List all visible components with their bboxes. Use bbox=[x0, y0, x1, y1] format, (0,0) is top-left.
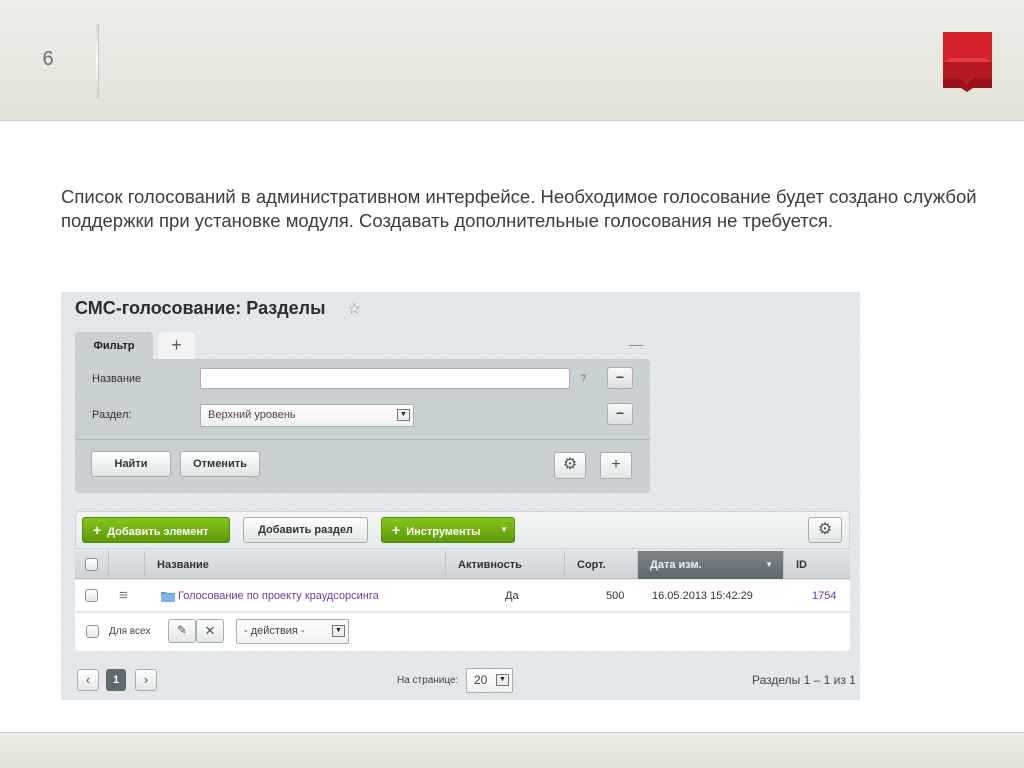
header-date-label: Дата изм. bbox=[650, 559, 702, 571]
grid-header: Название Активность Сорт. Дата изм. ▼ ID bbox=[75, 551, 850, 579]
header-date[interactable]: Дата изм. ▼ bbox=[638, 551, 784, 579]
current-page[interactable]: 1 bbox=[106, 669, 126, 691]
select-all-checkbox[interactable] bbox=[85, 558, 98, 571]
slide-header: 6 bbox=[0, 0, 1024, 121]
find-button[interactable]: Найти bbox=[91, 451, 171, 477]
grid-toolbar: + Добавить элемент Добавить раздел + Инстр… bbox=[75, 511, 850, 549]
header-divider bbox=[96, 24, 98, 99]
remove-section-filter-button[interactable]: − bbox=[607, 403, 633, 425]
header-active[interactable]: Активность bbox=[446, 551, 565, 579]
for-all-label: Для всех bbox=[109, 626, 151, 637]
tools-label: Инструменты bbox=[406, 526, 481, 538]
next-page-button[interactable]: › bbox=[135, 669, 157, 691]
page-title: СМС-голосование: Разделы bbox=[75, 298, 326, 318]
table-row[interactable]: ≡ Голосование по проекту краудсорсинга Д… bbox=[75, 580, 850, 612]
folder-icon bbox=[161, 580, 175, 612]
edit-icon[interactable]: ✎ bbox=[168, 619, 196, 643]
row-date: 16.05.2013 15:42:29 bbox=[652, 590, 753, 602]
row-checkbox[interactable] bbox=[85, 589, 98, 602]
admin-screenshot: СМС-голосование: Разделы ☆ Фильтр + — На… bbox=[61, 292, 860, 700]
delete-icon[interactable]: ✕ bbox=[196, 619, 224, 643]
header-id[interactable]: ID bbox=[784, 551, 850, 579]
chevron-down-icon: ▼ bbox=[397, 409, 410, 421]
section-label: Раздел: bbox=[92, 409, 132, 421]
name-label: Название bbox=[92, 373, 142, 385]
per-page-select[interactable]: 20 ▼ bbox=[466, 668, 513, 693]
slide-caption: Список голосований в административном ин… bbox=[61, 186, 977, 231]
slide-number: 6 bbox=[42, 48, 54, 70]
collapse-icon[interactable]: — bbox=[629, 336, 643, 352]
prev-page-button[interactable]: ‹ bbox=[77, 669, 99, 691]
row-name-link[interactable]: Голосование по проекту краудсорсинга bbox=[178, 580, 379, 612]
plus-icon: + bbox=[93, 522, 102, 538]
tab-add-filter[interactable]: + bbox=[158, 332, 195, 360]
chevron-down-icon: ▼ bbox=[500, 525, 508, 534]
row-sort: 500 bbox=[606, 590, 625, 602]
brand-logo-icon bbox=[943, 32, 992, 92]
name-input[interactable] bbox=[200, 368, 570, 389]
plus-icon: + bbox=[392, 522, 401, 538]
cancel-button[interactable]: Отменить bbox=[180, 451, 260, 477]
row-menu-icon[interactable]: ≡ bbox=[119, 580, 128, 612]
grid-settings-button[interactable]: ⚙ bbox=[808, 517, 842, 543]
gear-icon: ⚙ bbox=[562, 456, 578, 473]
add-section-button[interactable]: Добавить раздел bbox=[243, 517, 368, 543]
chevron-down-icon: ▼ bbox=[332, 625, 345, 637]
per-page-label: На странице: bbox=[397, 675, 459, 686]
help-icon[interactable]: ? bbox=[581, 373, 586, 383]
actions-select[interactable]: - действия - ▼ bbox=[236, 619, 349, 644]
tab-filter[interactable]: Фильтр bbox=[75, 332, 153, 360]
sort-desc-icon: ▼ bbox=[765, 560, 773, 569]
slide-footer bbox=[0, 732, 1024, 768]
row-active: Да bbox=[505, 590, 519, 602]
gear-icon: ⚙ bbox=[817, 521, 833, 538]
actions-select-value: - действия - bbox=[244, 625, 305, 637]
star-icon[interactable]: ☆ bbox=[347, 299, 361, 319]
pager-summary: Разделы 1 – 1 из 1 bbox=[752, 673, 856, 687]
filter-divider bbox=[75, 439, 650, 440]
header-checkbox-cell bbox=[75, 551, 109, 579]
header-sort[interactable]: Сорт. bbox=[565, 551, 638, 579]
section-select[interactable]: Верхний уровень ▼ bbox=[200, 404, 414, 427]
header-menu-cell bbox=[109, 551, 145, 579]
header-name[interactable]: Название bbox=[145, 551, 446, 579]
group-actions-row: Для всех ✎ ✕ - действия - ▼ bbox=[75, 613, 850, 651]
filter-settings-button[interactable]: ⚙ bbox=[554, 452, 586, 479]
filter-panel: Название ? − Раздел: Верхний уровень ▼ −… bbox=[75, 359, 650, 493]
add-element-label: Добавить элемент bbox=[107, 526, 209, 538]
for-all-checkbox[interactable] bbox=[86, 625, 99, 638]
add-filter-field-button[interactable]: + bbox=[600, 452, 632, 479]
row-id[interactable]: 1754 bbox=[812, 580, 836, 612]
remove-name-filter-button[interactable]: − bbox=[607, 367, 633, 389]
add-element-button[interactable]: + Добавить элемент bbox=[82, 517, 230, 543]
tools-button[interactable]: + Инструменты ▼ bbox=[381, 517, 515, 543]
per-page-value: 20 bbox=[474, 673, 488, 687]
section-select-value: Верхний уровень bbox=[208, 409, 296, 421]
plus-icon: + bbox=[611, 456, 621, 473]
chevron-down-icon: ▼ bbox=[496, 674, 509, 686]
